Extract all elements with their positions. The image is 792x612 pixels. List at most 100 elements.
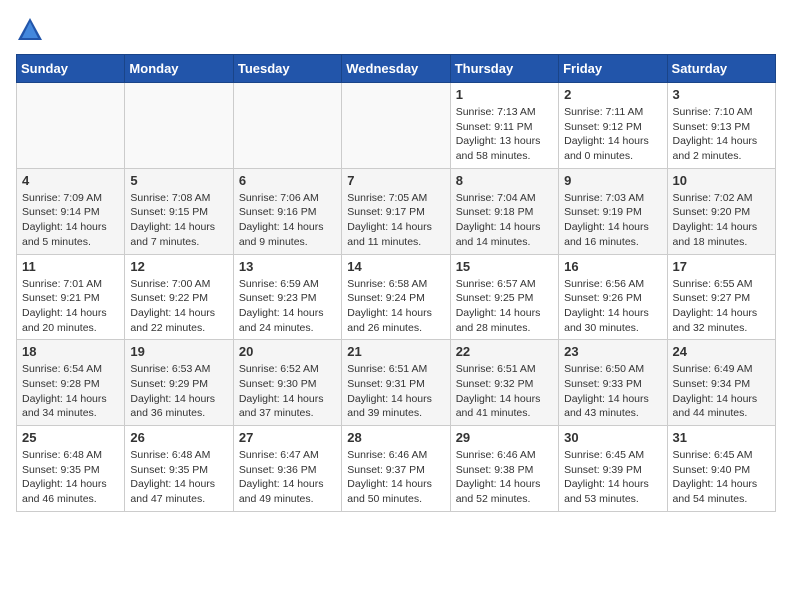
- day-number: 8: [456, 173, 553, 188]
- day-number: 3: [673, 87, 770, 102]
- day-number: 28: [347, 430, 444, 445]
- day-number: 1: [456, 87, 553, 102]
- calendar-cell-3-4: 14Sunrise: 6:58 AMSunset: 9:24 PMDayligh…: [342, 254, 450, 340]
- day-info: Sunrise: 6:47 AMSunset: 9:36 PMDaylight:…: [239, 448, 336, 507]
- day-info: Sunrise: 7:00 AMSunset: 9:22 PMDaylight:…: [130, 277, 227, 336]
- day-info: Sunrise: 6:48 AMSunset: 9:35 PMDaylight:…: [130, 448, 227, 507]
- day-number: 4: [22, 173, 119, 188]
- day-number: 15: [456, 259, 553, 274]
- day-info: Sunrise: 6:54 AMSunset: 9:28 PMDaylight:…: [22, 362, 119, 421]
- day-number: 18: [22, 344, 119, 359]
- header-wednesday: Wednesday: [342, 55, 450, 83]
- day-number: 19: [130, 344, 227, 359]
- calendar-cell-5-1: 25 Sunrise: 6:48 AMSunset: 9:35 PMDayligh…: [17, 426, 125, 512]
- header-sunday: Sunday: [17, 55, 125, 83]
- day-info: Sunrise: 6:55 AMSunset: 9:27 PMDaylight:…: [673, 277, 770, 336]
- day-number: 2: [564, 87, 661, 102]
- day-info: Sunrise: 6:45 AMSunset: 9:40 PMDaylight:…: [673, 448, 770, 507]
- day-info: Sunrise: 6:46 AMSunset: 9:37 PMDaylight:…: [347, 448, 444, 507]
- calendar-cell-4-7: 24 Sunrise: 6:49 AMSunset: 9:34 PMDayligh…: [667, 340, 775, 426]
- calendar-cell-3-1: 11 Sunrise: 7:01 AMSunset: 9:21 PMDayligh…: [17, 254, 125, 340]
- day-info: Sunrise: 7:05 AMSunset: 9:17 PMDaylight:…: [347, 191, 444, 250]
- day-info: Sunrise: 6:48 AMSunset: 9:35 PMDaylight:…: [22, 448, 119, 507]
- calendar-cell-5-3: 27 Sunrise: 6:47 AMSunset: 9:36 PMDayligh…: [233, 426, 341, 512]
- day-info: Sunrise: 6:59 AMSunset: 9:23 PMDaylight:…: [239, 277, 336, 336]
- calendar-table: SundayMondayTuesdayWednesdayThursdayFrid…: [16, 54, 776, 512]
- calendar-week-5: 25 Sunrise: 6:48 AMSunset: 9:35 PMDayligh…: [17, 426, 776, 512]
- header-thursday: Thursday: [450, 55, 558, 83]
- day-number: 17: [673, 259, 770, 274]
- day-info: Sunrise: 6:52 AMSunset: 9:30 PMDaylight:…: [239, 362, 336, 421]
- day-number: 5: [130, 173, 227, 188]
- day-number: 6: [239, 173, 336, 188]
- day-info: Sunrise: 7:06 AMSunset: 9:16 PMDaylight:…: [239, 191, 336, 250]
- calendar-cell-2-1: 4 Sunrise: 7:09 AMSunset: 9:14 PMDaylight…: [17, 168, 125, 254]
- day-info: Sunrise: 7:11 AMSunset: 9:12 PMDaylight:…: [564, 105, 661, 164]
- calendar-cell-4-3: 20 Sunrise: 6:52 AMSunset: 9:30 PMDayligh…: [233, 340, 341, 426]
- day-info: Sunrise: 6:45 AMSunset: 9:39 PMDaylight:…: [564, 448, 661, 507]
- calendar-cell-1-4: [342, 83, 450, 169]
- day-info: Sunrise: 6:58 AMSunset: 9:24 PMDaylight:…: [347, 277, 444, 336]
- calendar-cell-3-7: 17 Sunrise: 6:55 AMSunset: 9:27 PMDayligh…: [667, 254, 775, 340]
- calendar-cell-4-4: 21 Sunrise: 6:51 AMSunset: 9:31 PMDayligh…: [342, 340, 450, 426]
- day-number: 9: [564, 173, 661, 188]
- header-saturday: Saturday: [667, 55, 775, 83]
- day-info: Sunrise: 6:51 AMSunset: 9:32 PMDaylight:…: [456, 362, 553, 421]
- calendar-cell-4-5: 22 Sunrise: 6:51 AMSunset: 9:32 PMDayligh…: [450, 340, 558, 426]
- day-info: Sunrise: 7:04 AMSunset: 9:18 PMDaylight:…: [456, 191, 553, 250]
- day-info: Sunrise: 6:46 AMSunset: 9:38 PMDaylight:…: [456, 448, 553, 507]
- calendar-cell-3-3: 13 Sunrise: 6:59 AMSunset: 9:23 PMDayligh…: [233, 254, 341, 340]
- calendar-cell-5-5: 29 Sunrise: 6:46 AMSunset: 9:38 PMDayligh…: [450, 426, 558, 512]
- day-number: 11: [22, 259, 119, 274]
- calendar-cell-5-6: 30 Sunrise: 6:45 AMSunset: 9:39 PMDayligh…: [559, 426, 667, 512]
- day-number: 16: [564, 259, 661, 274]
- calendar-cell-1-5: 1Sunrise: 7:13 AMSunset: 9:11 PMDaylight…: [450, 83, 558, 169]
- day-info: Sunrise: 6:53 AMSunset: 9:29 PMDaylight:…: [130, 362, 227, 421]
- calendar-cell-1-1: [17, 83, 125, 169]
- day-info: Sunrise: 6:51 AMSunset: 9:31 PMDaylight:…: [347, 362, 444, 421]
- day-info: Sunrise: 6:57 AMSunset: 9:25 PMDaylight:…: [456, 277, 553, 336]
- day-info: Sunrise: 7:09 AMSunset: 9:14 PMDaylight:…: [22, 191, 119, 250]
- calendar-week-2: 4 Sunrise: 7:09 AMSunset: 9:14 PMDaylight…: [17, 168, 776, 254]
- header-friday: Friday: [559, 55, 667, 83]
- day-number: 20: [239, 344, 336, 359]
- calendar-week-1: 1Sunrise: 7:13 AMSunset: 9:11 PMDaylight…: [17, 83, 776, 169]
- day-info: Sunrise: 6:49 AMSunset: 9:34 PMDaylight:…: [673, 362, 770, 421]
- calendar-week-3: 11 Sunrise: 7:01 AMSunset: 9:21 PMDayligh…: [17, 254, 776, 340]
- calendar-cell-1-6: 2 Sunrise: 7:11 AMSunset: 9:12 PMDaylight…: [559, 83, 667, 169]
- header-monday: Monday: [125, 55, 233, 83]
- day-number: 21: [347, 344, 444, 359]
- day-number: 7: [347, 173, 444, 188]
- day-number: 31: [673, 430, 770, 445]
- day-number: 25: [22, 430, 119, 445]
- header: [16, 16, 776, 44]
- day-number: 29: [456, 430, 553, 445]
- calendar-cell-1-3: [233, 83, 341, 169]
- calendar-cell-3-6: 16Sunrise: 6:56 AMSunset: 9:26 PMDayligh…: [559, 254, 667, 340]
- calendar-week-4: 18 Sunrise: 6:54 AMSunset: 9:28 PMDayligh…: [17, 340, 776, 426]
- calendar-cell-2-7: 10Sunrise: 7:02 AMSunset: 9:20 PMDayligh…: [667, 168, 775, 254]
- day-number: 30: [564, 430, 661, 445]
- day-number: 24: [673, 344, 770, 359]
- day-number: 27: [239, 430, 336, 445]
- calendar-cell-4-6: 23 Sunrise: 6:50 AMSunset: 9:33 PMDayligh…: [559, 340, 667, 426]
- day-number: 22: [456, 344, 553, 359]
- header-row: SundayMondayTuesdayWednesdayThursdayFrid…: [17, 55, 776, 83]
- day-info: Sunrise: 6:50 AMSunset: 9:33 PMDaylight:…: [564, 362, 661, 421]
- day-number: 23: [564, 344, 661, 359]
- calendar-cell-2-5: 8 Sunrise: 7:04 AMSunset: 9:18 PMDaylight…: [450, 168, 558, 254]
- day-info: Sunrise: 7:03 AMSunset: 9:19 PMDaylight:…: [564, 191, 661, 250]
- calendar-cell-2-3: 6 Sunrise: 7:06 AMSunset: 9:16 PMDaylight…: [233, 168, 341, 254]
- calendar-cell-2-6: 9 Sunrise: 7:03 AMSunset: 9:19 PMDaylight…: [559, 168, 667, 254]
- calendar-cell-1-2: [125, 83, 233, 169]
- header-tuesday: Tuesday: [233, 55, 341, 83]
- calendar-cell-5-2: 26Sunrise: 6:48 AMSunset: 9:35 PMDayligh…: [125, 426, 233, 512]
- day-info: Sunrise: 7:01 AMSunset: 9:21 PMDaylight:…: [22, 277, 119, 336]
- day-number: 10: [673, 173, 770, 188]
- logo: [16, 16, 48, 44]
- calendar-cell-1-7: 3Sunrise: 7:10 AMSunset: 9:13 PMDaylight…: [667, 83, 775, 169]
- logo-icon: [16, 16, 44, 44]
- day-number: 13: [239, 259, 336, 274]
- calendar-cell-5-4: 28 Sunrise: 6:46 AMSunset: 9:37 PMDayligh…: [342, 426, 450, 512]
- calendar-cell-4-2: 19 Sunrise: 6:53 AMSunset: 9:29 PMDayligh…: [125, 340, 233, 426]
